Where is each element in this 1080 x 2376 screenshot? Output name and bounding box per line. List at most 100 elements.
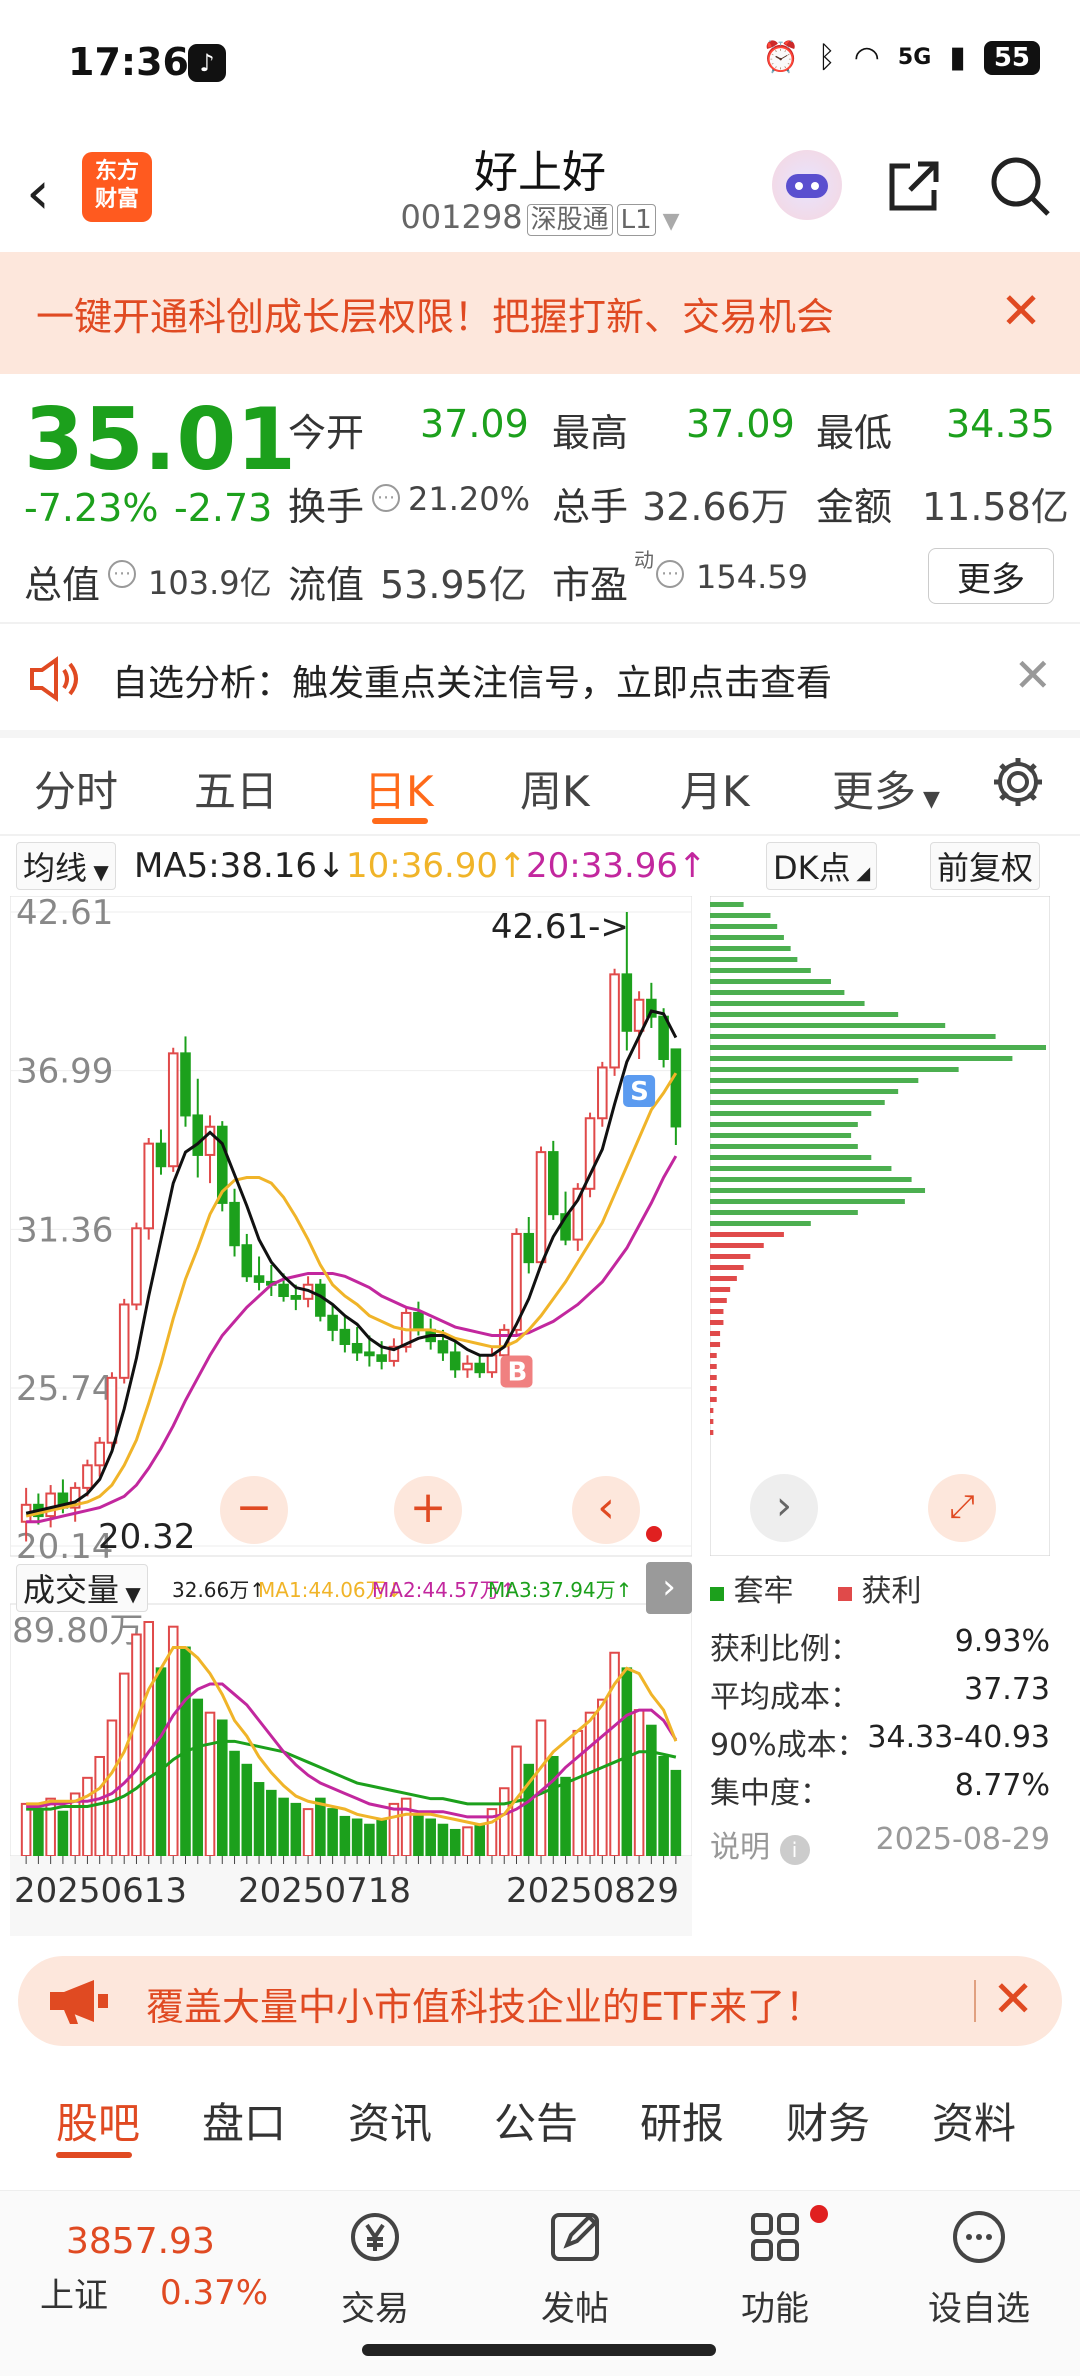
price-adjust-button[interactable]: 前复权 xyxy=(930,842,1041,890)
info-icon: i xyxy=(779,1835,810,1865)
tab-daily-k[interactable]: 日K xyxy=(364,758,434,819)
legend-profit: 获利 xyxy=(838,1566,922,1610)
chip-bar-profit xyxy=(710,1276,737,1281)
nav-watchlist[interactable]: 设自选 xyxy=(904,2205,1054,2330)
note-row[interactable]: 说明 i 2025-08-29 xyxy=(710,1822,1050,1866)
tab-intraday[interactable]: 分时 xyxy=(34,758,118,819)
tab-profile[interactable]: 资料 xyxy=(932,2090,1016,2151)
cost-90-value: 34.33-40.93 xyxy=(867,1720,1050,1755)
note-label: 说明 xyxy=(710,1830,770,1865)
candle-body xyxy=(449,1351,461,1371)
volume-bar xyxy=(143,1621,155,1857)
volume-bar xyxy=(621,1667,633,1857)
nav-trade-label: 交易 xyxy=(341,2289,409,2329)
chip-bar-profit xyxy=(710,1243,764,1248)
candle-body xyxy=(192,1114,204,1156)
nav-functions-label: 功能 xyxy=(741,2289,809,2329)
avg-cost-row: 平均成本： 37.73 xyxy=(710,1672,1050,1716)
kline-chart[interactable]: 42.6136.9931.3625.7420.1442.61->20.32BS8… xyxy=(10,896,692,1936)
volume-bar xyxy=(290,1802,302,1858)
candle-body xyxy=(535,1151,547,1264)
stock-code: 001298 xyxy=(400,198,523,236)
volume-bar xyxy=(327,1808,338,1857)
scroll-left-button[interactable]: ‹ xyxy=(572,1476,640,1544)
volume-bar xyxy=(33,1808,44,1857)
min-price-label: 20.32 xyxy=(98,1517,195,1557)
info-icon[interactable]: ⋯ xyxy=(656,560,684,588)
divider xyxy=(0,730,1080,738)
chip-bar-trapped xyxy=(710,946,791,951)
close-icon[interactable]: ✕ xyxy=(1013,648,1052,702)
last-price: 35.01 xyxy=(24,390,297,490)
volume-bar xyxy=(364,1823,375,1858)
tab-research[interactable]: 研报 xyxy=(640,2090,724,2151)
status-icons: ⏰ ᛒ ◠ 5G ▮ 55 xyxy=(762,40,1040,75)
tab-news[interactable]: 资讯 xyxy=(348,2090,432,2151)
volume-bar xyxy=(670,1769,682,1858)
content-tabs: 股吧 盘口 资讯 公告 研报 财务 资料 xyxy=(0,2082,1080,2170)
status-time: 17:36 xyxy=(68,40,189,84)
tab-more[interactable]: 更多 ▼ xyxy=(832,758,940,819)
expand-icon[interactable]: ⤢ xyxy=(928,1474,996,1542)
etf-banner[interactable]: 覆盖大量中小市值科技企业的ETF来了！ ✕ xyxy=(18,1956,1062,2046)
zoom-in-button[interactable]: + xyxy=(394,1476,462,1544)
volume-bar xyxy=(413,1813,424,1858)
volume-bar xyxy=(498,1787,510,1858)
divider xyxy=(974,1980,976,2022)
change-amount: -2.73 xyxy=(174,486,273,530)
more-button[interactable]: 更多 xyxy=(928,548,1054,604)
ma5-label: MA5:38.16↓ xyxy=(134,846,346,886)
close-icon[interactable]: ✕ xyxy=(992,1970,1034,2028)
info-icon[interactable]: ⋯ xyxy=(372,484,400,512)
close-icon[interactable]: ✕ xyxy=(1000,282,1042,340)
chip-bar-profit xyxy=(710,1397,717,1402)
candle-body xyxy=(633,998,645,1032)
tab-announcements[interactable]: 公告 xyxy=(494,2090,578,2151)
nav-post[interactable]: 发帖 xyxy=(500,2205,650,2330)
speaker-icon xyxy=(30,656,78,702)
stock-header: ‹ 东方 财富 好上好 001298 深股通 L1 ▼ xyxy=(0,130,1080,248)
tab-orderbook[interactable]: 盘口 xyxy=(202,2090,286,2151)
tab-more-label: 更多 xyxy=(832,767,917,816)
volume-bar xyxy=(20,1802,32,1858)
date-label: 20250718 xyxy=(238,1871,411,1911)
tab-forum[interactable]: 股吧 xyxy=(56,2090,140,2151)
tab-monthly-k[interactable]: 月K xyxy=(680,758,750,819)
pe-dynamic-mark: 动 xyxy=(634,548,654,572)
share-icon[interactable] xyxy=(884,156,944,216)
volume-bar xyxy=(94,1755,105,1858)
ma-legend: 均线 ▼ MA5:38.16↓ 10:36.90↑ 20:33.96↑ DK点 … xyxy=(0,838,1080,890)
nav-post-label: 发帖 xyxy=(541,2289,609,2329)
assistant-avatar-icon[interactable] xyxy=(772,150,842,220)
zoom-out-button[interactable]: − xyxy=(220,1476,288,1544)
promo-banner[interactable]: 一键开通科创成长层权限！把握打新、交易机会 ✕ xyxy=(0,252,1080,374)
volume-bar xyxy=(315,1797,326,1857)
volume-max-label: 89.80万 xyxy=(12,1611,143,1651)
search-icon[interactable] xyxy=(988,154,1052,218)
dk-point-button[interactable]: DK点 ◢ xyxy=(766,842,878,890)
volume-selector[interactable]: 成交量 ▼ xyxy=(16,1564,148,1612)
nav-functions[interactable]: 功能 xyxy=(700,2205,850,2330)
ma-selector[interactable]: 均线 ▼ xyxy=(16,842,116,890)
tab-weekly-k[interactable]: 周K xyxy=(520,758,590,819)
analysis-notice[interactable]: 自选分析：触发重点关注信号，立即点击查看 ✕ xyxy=(0,626,1080,730)
chip-bar-trapped xyxy=(710,1067,959,1072)
candle-body xyxy=(290,1295,302,1300)
index-ticker[interactable]: 3857.93 上证 0.37% xyxy=(40,2221,268,2317)
date-label: 20250613 xyxy=(14,1871,187,1911)
index-pct: 0.37% xyxy=(160,2273,269,2313)
volume-bar xyxy=(241,1763,253,1857)
nav-trade[interactable]: 交易 xyxy=(300,2205,450,2330)
volume-bar xyxy=(449,1828,461,1857)
tab-financials[interactable]: 财务 xyxy=(786,2090,870,2151)
y-tick-label: 25.74 xyxy=(16,1369,113,1409)
active-tab-indicator xyxy=(372,818,428,824)
candle-body xyxy=(131,1227,142,1306)
info-icon[interactable]: ⋯ xyxy=(108,560,136,588)
gear-icon[interactable] xyxy=(988,752,1048,812)
dist-left-button[interactable]: › xyxy=(750,1474,818,1542)
tab-five-day[interactable]: 五日 xyxy=(194,758,278,819)
turnover-label: 换手 xyxy=(288,485,365,529)
cost-90-label: 90%成本： xyxy=(710,1728,867,1763)
cost-90-row: 90%成本： 34.33-40.93 xyxy=(710,1720,1050,1764)
